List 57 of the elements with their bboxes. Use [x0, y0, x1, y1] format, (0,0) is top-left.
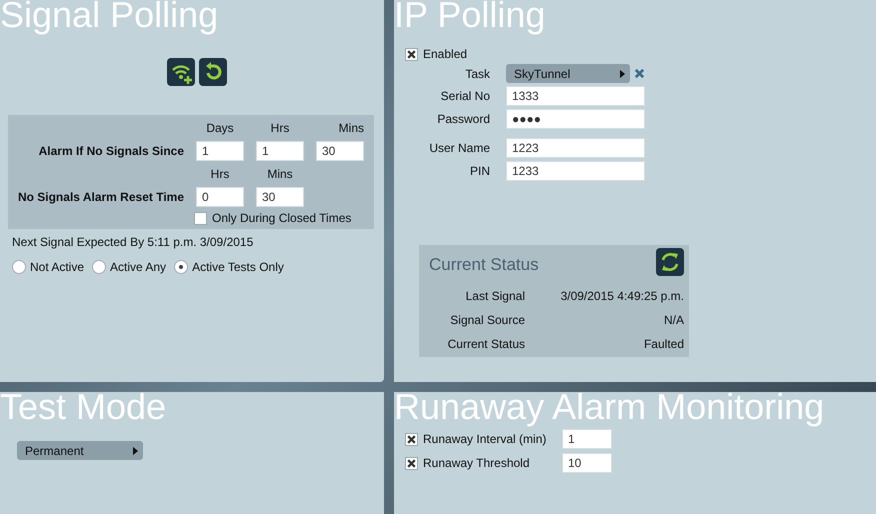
status-label: Current Status — [446, 337, 525, 351]
status-value: Faulted — [644, 337, 684, 351]
radio-label: Not Active — [30, 260, 84, 274]
column-header: Days — [205, 121, 235, 135]
task-dropdown[interactable]: SkyTunnel — [506, 64, 630, 83]
field-label: Alarm If No Signals Since — [38, 144, 184, 158]
input-field[interactable]: 1 — [196, 141, 244, 161]
column-header: Hrs — [210, 167, 230, 181]
status-label: Signal Source — [449, 313, 525, 327]
radio-button[interactable] — [12, 260, 26, 274]
checkbox[interactable] — [405, 456, 418, 470]
radio-label: Active Any — [110, 260, 166, 274]
caret-icon — [133, 446, 138, 456]
input-field[interactable]: 30 — [256, 187, 304, 207]
radio-button[interactable] — [92, 260, 106, 274]
input-field[interactable]: 10 — [562, 453, 612, 473]
panel-title: Signal Polling — [0, 0, 220, 33]
checkbox[interactable] — [405, 432, 418, 446]
checkbox[interactable] — [405, 48, 418, 60]
input-field[interactable]: 30 — [316, 141, 364, 161]
status-label: Last Signal — [464, 289, 525, 303]
field-label: PIN — [468, 164, 490, 178]
field-label: No Signals Alarm Reset Time — [16, 190, 184, 204]
status-value: 3/09/2015 4:49:25 p.m. — [560, 289, 684, 303]
panel-title: Runaway Alarm Monitoring — [394, 392, 826, 425]
field-label: Serial No — [440, 89, 490, 103]
column-header: Hrs — [270, 121, 290, 135]
mode-dropdown[interactable]: Permanent — [17, 441, 143, 460]
refresh-icon[interactable] — [656, 248, 684, 276]
next-signal-text: Next Signal Expected By 5:11 p.m. 3/09/2015 — [12, 235, 254, 249]
wifi-add-icon[interactable] — [167, 58, 195, 86]
panel-title: IP Polling — [394, 0, 546, 33]
close-icon[interactable] — [634, 68, 645, 79]
panel-title: Test Mode — [0, 392, 168, 425]
input-field[interactable]: 1 — [562, 429, 612, 449]
column-header: Mins — [266, 167, 294, 181]
checkbox[interactable] — [194, 212, 207, 224]
input-field[interactable]: 1233 — [506, 161, 645, 181]
checkbox-label: Enabled — [423, 47, 468, 61]
field-label: User Name — [428, 141, 490, 155]
status-value: N/A — [664, 313, 684, 327]
checkbox-label: Runaway Interval (min) — [423, 432, 548, 446]
checkbox-label: Only During Closed Times — [212, 211, 352, 225]
card-title: Current Status — [429, 254, 539, 275]
undo-icon[interactable] — [199, 58, 227, 86]
radio-button[interactable] — [174, 260, 188, 274]
caret-icon — [620, 68, 625, 78]
input-field[interactable]: 1 — [256, 141, 304, 161]
input-field[interactable]: 1333 — [506, 86, 645, 106]
field-label: Password — [436, 112, 490, 126]
radio-label: Active Tests Only — [192, 260, 284, 274]
column-header: Mins — [338, 121, 364, 135]
input-field[interactable]: 0 — [196, 187, 244, 207]
input-field[interactable]: 1223 — [506, 138, 645, 158]
checkbox-label: Runaway Threshold — [423, 456, 531, 470]
input-field[interactable]: ●●●● — [506, 109, 645, 129]
field-label: Task — [464, 66, 490, 80]
